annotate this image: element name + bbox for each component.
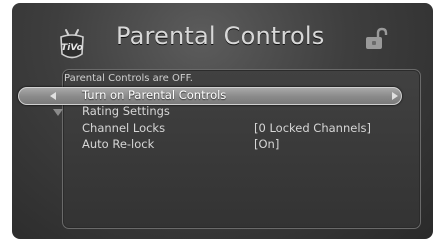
channel-locks-value: [0 Locked Channels]: [254, 121, 371, 135]
auto-relock-value: [On]: [254, 137, 280, 151]
menu-item-channel-locks[interactable]: Channel Locks: [82, 121, 165, 135]
left-arrow-icon: [50, 92, 56, 100]
menu-item-auto-relock[interactable]: Auto Re-lock: [82, 137, 154, 151]
svg-text:TiVo: TiVo: [61, 43, 83, 53]
menu-item-rating-settings[interactable]: Rating Settings: [82, 104, 170, 118]
menu-item-label[interactable]: Turn on Parental Controls: [82, 88, 226, 102]
tivo-screen: TiVo Parental Controls Parental Controls…: [12, 3, 433, 239]
padlock-open-icon: [364, 27, 388, 51]
tivo-logo-icon: TiVo: [55, 27, 89, 63]
right-arrow-icon: [392, 92, 398, 100]
page-title: Parental Controls: [116, 22, 325, 50]
status-text: Parental Controls are OFF.: [64, 73, 193, 84]
down-arrow-icon: [53, 109, 63, 116]
